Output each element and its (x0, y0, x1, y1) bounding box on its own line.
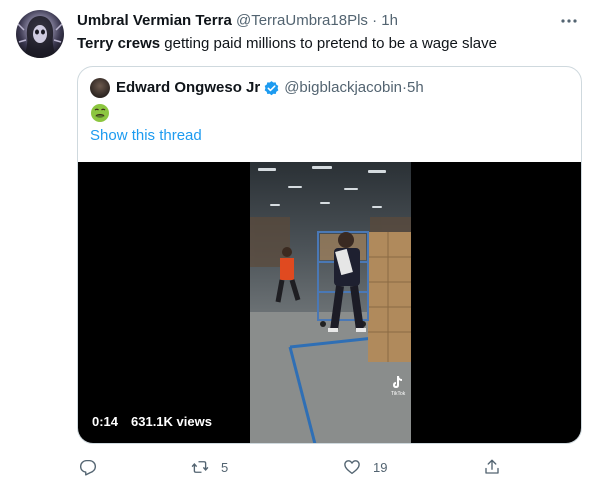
tweet-timestamp[interactable]: 1h (381, 12, 398, 29)
tweet-header: Umbral Vermian Terra @TerraUmbra18Pls · … (77, 11, 398, 31)
quoted-tweet-timestamp[interactable]: 5h (407, 78, 424, 98)
nauseated-face-emoji-icon (91, 104, 109, 122)
author-name[interactable]: Umbral Vermian Terra (77, 12, 232, 29)
like-icon (344, 460, 360, 475)
more-options-button[interactable] (557, 9, 581, 33)
quoted-author-name[interactable]: Edward Ongweso Jr (116, 78, 260, 98)
share-icon (485, 459, 499, 474)
verified-badge-icon (264, 80, 279, 95)
retweet-icon (191, 461, 209, 473)
tweet-text: Terry crews getting paid millions to pre… (77, 34, 577, 54)
quoted-tweet[interactable]: Edward Ongweso Jr @bigblackjacobin · 5h … (77, 66, 582, 444)
retweet-button[interactable]: 5 (191, 457, 228, 477)
like-count: 19 (373, 459, 388, 475)
tweet[interactable]: Umbral Vermian Terra @TerraUmbra18Pls · … (0, 0, 595, 482)
quoted-author-handle[interactable]: @bigblackjacobin (284, 78, 402, 98)
tweet-text-bold: Terry crews (77, 35, 161, 52)
like-button[interactable]: 19 (343, 457, 387, 477)
quoted-author-avatar[interactable] (90, 78, 110, 98)
share-button[interactable] (483, 457, 501, 477)
more-icon (561, 19, 577, 23)
video-view-count: 631.1K views (131, 414, 212, 429)
reply-button[interactable] (79, 457, 97, 477)
author-avatar[interactable] (16, 10, 64, 58)
quoted-tweet-header: Edward Ongweso Jr @bigblackjacobin · 5h (116, 78, 424, 98)
author-handle[interactable]: @TerraUmbra18Pls (236, 12, 368, 29)
tweet-actions: 5 19 (77, 457, 499, 479)
tiktok-watermark: TikTok (391, 391, 406, 397)
video-frame: TikTok (250, 162, 411, 443)
retweet-count: 5 (221, 459, 229, 475)
separator-dot: · (372, 12, 382, 29)
hooded-figure-icon (17, 16, 63, 58)
video-player[interactable]: TikTok 0:14 631.1K views (78, 162, 581, 443)
reply-icon (79, 459, 97, 476)
warehouse-scene-image: TikTok (250, 166, 411, 443)
video-elapsed-time: 0:14 (92, 414, 119, 429)
show-thread-link[interactable]: Show this thread (90, 126, 202, 146)
tweet-text-rest: getting paid millions to pretend to be a… (160, 35, 497, 52)
